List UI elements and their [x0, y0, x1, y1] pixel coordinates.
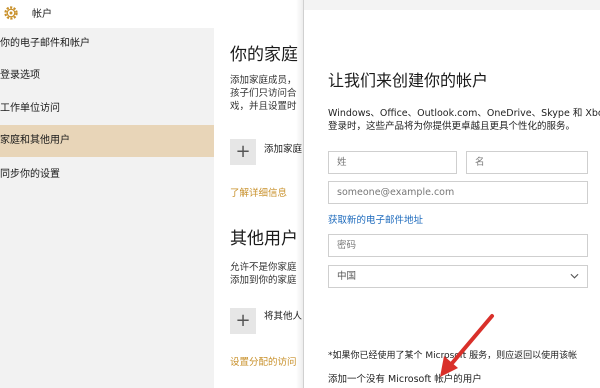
learn-more-link[interactable]: 了解详细信息 [230, 185, 287, 199]
last-name-placeholder: 姓 [337, 157, 347, 168]
add-family-member-button[interactable]: + [230, 139, 256, 165]
sidebar-item-label: 登录选项 [0, 70, 40, 81]
window-title: 帐户 [32, 9, 52, 20]
annotation-arrow-icon [440, 314, 494, 377]
chevron-down-icon [570, 273, 579, 279]
sidebar: 你的电子邮件和帐户 登录选项 工作单位访问 家庭和其他用户 同步你的设置 [0, 28, 214, 388]
sidebar-item-label: 同步你的设置 [0, 169, 60, 180]
password-placeholder: 密码 [337, 240, 357, 251]
get-new-email-link[interactable]: 获取新的电子邮件地址 [328, 212, 423, 226]
family-description: 添加家庭成员， 孩子们只访问合 戏，并且设置时 [230, 75, 297, 112]
first-name-placeholder: 名 [475, 157, 485, 168]
first-name-field[interactable]: 名 [466, 151, 588, 174]
password-field[interactable]: 密码 [328, 234, 588, 257]
sidebar-item-label: 你的电子邮件和帐户 [0, 38, 90, 49]
sidebar-item-email-accounts[interactable]: 你的电子邮件和帐户 [0, 28, 214, 60]
sidebar-item-family-other-users[interactable]: 家庭和其他用户 [0, 125, 214, 157]
dialog-title: 让我们来创建你的帐户 [328, 71, 489, 90]
email-field[interactable]: someone@example.com [328, 181, 588, 204]
last-name-field[interactable]: 姓 [328, 151, 457, 174]
dialog-description: Windows、Office、Outlook.com、OneDrive、Skyp… [328, 108, 600, 132]
other-users-heading: 其他用户 [230, 229, 298, 249]
other-users-description: 允许不是你家庭 添加到你的家庭 [230, 262, 297, 286]
add-other-user-button[interactable]: + [230, 308, 256, 334]
sidebar-item-sync-settings[interactable]: 同步你的设置 [0, 159, 214, 191]
family-heading: 你的家庭 [230, 45, 298, 65]
sidebar-item-label: 家庭和其他用户 [0, 135, 70, 146]
email-placeholder: someone@example.com [337, 187, 455, 198]
country-value: 中国 [337, 271, 357, 282]
sidebar-item-label: 工作单位访问 [0, 103, 60, 114]
country-select[interactable]: 中国 [328, 265, 588, 288]
sidebar-item-sign-in-options[interactable]: 登录选项 [0, 60, 214, 92]
dialog-top-strip [304, 0, 600, 10]
assigned-access-link[interactable]: 设置分配的访问 [230, 354, 297, 368]
plus-icon: + [235, 141, 251, 162]
sidebar-item-work-access[interactable]: 工作单位访问 [0, 93, 214, 125]
plus-icon: + [235, 310, 251, 331]
gear-icon [4, 6, 18, 20]
